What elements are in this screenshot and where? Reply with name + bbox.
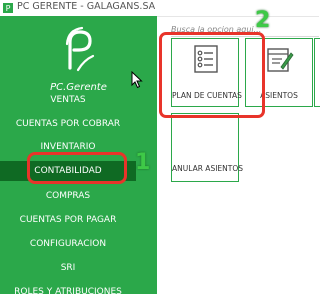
step-number-2: 2 <box>255 8 271 33</box>
notebook-pencil-icon <box>267 48 294 72</box>
title-bar: P PC GERENTE - GALAGANS.SA <box>0 0 319 17</box>
sidebar-item-configuracion[interactable]: CONFIGURACION <box>0 234 136 254</box>
sidebar-item-cuentas-por-pagar[interactable]: CUENTAS POR PAGAR <box>0 210 136 230</box>
window-title: PC GERENTE - GALAGANS.SA <box>17 1 156 12</box>
pc-gerente-logo <box>65 26 95 72</box>
mouse-cursor-icon <box>131 71 143 89</box>
tile-anular-asientos[interactable]: ANULAR ASIENTOS <box>171 113 244 182</box>
tile-label-anular-asientos: ANULAR ASIENTOS <box>172 164 244 173</box>
sidebar-item-roles-y-atribuciones[interactable]: ROLES Y ATRIBUCIONES <box>0 282 136 302</box>
svg-text:P: P <box>6 4 11 13</box>
sidebar-item-sri[interactable]: SRI <box>0 258 136 278</box>
step-number-1: 1 <box>135 150 151 175</box>
highlight-box-plan-de-cuentas <box>159 32 265 118</box>
sidebar-item-ventas[interactable]: VENTAS <box>0 90 136 110</box>
sidebar-item-compras[interactable]: COMPRAS <box>0 186 136 206</box>
tile-partial[interactable] <box>314 38 320 107</box>
highlight-box-contabilidad <box>27 152 127 184</box>
sidebar-item-cuentas-por-cobrar[interactable]: CUENTAS POR COBRAR <box>0 114 136 134</box>
app-icon: P <box>3 3 13 13</box>
